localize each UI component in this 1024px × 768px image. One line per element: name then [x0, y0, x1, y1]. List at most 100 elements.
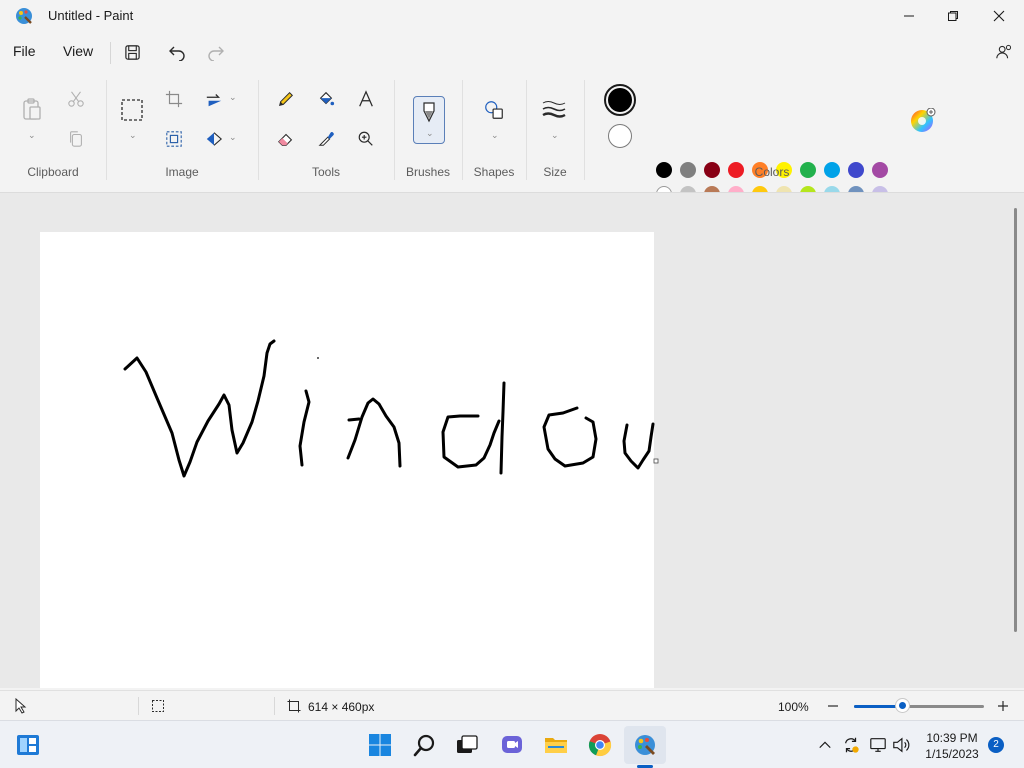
rotate-button[interactable] — [202, 87, 226, 111]
cut-button[interactable] — [64, 87, 88, 111]
paint-icon — [635, 735, 655, 755]
shapes-button[interactable] — [482, 98, 506, 122]
primary-color-button[interactable] — [604, 84, 636, 116]
menu-divider — [110, 42, 111, 64]
edit-colors-button[interactable] — [910, 107, 936, 134]
tools-group-label: Tools — [311, 165, 340, 179]
flip-button[interactable] — [202, 127, 226, 151]
cursor-position-icon — [15, 698, 27, 714]
pencil-button[interactable] — [274, 87, 298, 111]
task-view-button[interactable] — [455, 733, 479, 757]
rotate-chevron-down-icon[interactable]: ⌄ — [229, 92, 237, 103]
volume-button[interactable] — [890, 733, 912, 757]
select-chevron-down-icon[interactable]: ⌄ — [129, 130, 137, 141]
stroke-size-icon — [542, 101, 566, 118]
select-button[interactable] — [120, 98, 144, 122]
canvas-size-icon — [287, 699, 301, 713]
menu-bar: File View — [0, 34, 1024, 70]
chrome-button[interactable] — [588, 733, 612, 757]
zoom-level-label[interactable]: 100% — [778, 700, 809, 714]
widgets-button[interactable] — [16, 733, 40, 757]
copy-icon — [70, 131, 82, 147]
taskbar-clock[interactable]: 10:39 PM 1/15/2023 — [918, 730, 986, 762]
redo-button[interactable] — [206, 42, 226, 62]
flip-chevron-down-icon[interactable]: ⌄ — [229, 132, 237, 143]
crop-button[interactable] — [162, 87, 186, 111]
restore-icon — [948, 11, 958, 21]
color-wheel-icon — [911, 107, 936, 132]
zoom-out-button[interactable] — [826, 699, 840, 713]
save-icon — [124, 44, 140, 60]
primary-color-swatch — [608, 88, 632, 112]
minus-icon — [828, 705, 838, 707]
paint-app-icon — [14, 6, 34, 26]
search-icon — [413, 734, 435, 757]
colors-group-label: Colors — [754, 165, 790, 179]
paste-chevron-down-icon[interactable]: ⌄ — [28, 130, 36, 141]
brushes-group-label: Brushes — [405, 165, 451, 179]
maximize-button[interactable] — [930, 0, 976, 32]
file-menu[interactable]: File — [13, 43, 36, 59]
brush-icon — [423, 102, 435, 123]
shapes-group-label: Shapes — [473, 165, 515, 179]
eraser-button[interactable] — [274, 127, 298, 151]
resize-button[interactable] — [162, 127, 186, 151]
chevron-up-icon — [819, 741, 831, 749]
clipboard-group-label: Clipboard — [27, 165, 79, 179]
copy-button[interactable] — [64, 127, 88, 151]
save-button[interactable] — [122, 42, 142, 62]
text-button[interactable] — [354, 87, 378, 111]
paste-icon — [23, 98, 41, 120]
taskbar: 10:39 PM 1/15/2023 2 — [0, 720, 1024, 768]
network-button[interactable] — [867, 733, 889, 757]
task-view-icon — [457, 735, 478, 753]
zoom-slider-thumb[interactable] — [896, 699, 910, 712]
scissors-icon — [68, 91, 84, 107]
rotate-icon — [206, 94, 222, 107]
zoom-in-button[interactable] — [996, 699, 1010, 713]
magnifier-button[interactable] — [354, 127, 378, 151]
rectangle-select-icon — [121, 99, 143, 121]
selection-size-icon — [152, 700, 164, 712]
status-divider — [274, 697, 275, 715]
windows-logo-icon — [369, 734, 391, 756]
fill-button[interactable] — [314, 87, 338, 111]
minimize-button[interactable] — [886, 0, 932, 32]
close-button[interactable] — [976, 0, 1022, 32]
folder-icon — [545, 738, 567, 753]
brushes-chevron-down-icon: ⌄ — [426, 128, 434, 138]
vertical-scrollbar[interactable] — [1014, 208, 1017, 632]
zoom-slider[interactable] — [854, 705, 984, 708]
teams-chat-button[interactable] — [500, 733, 524, 757]
secondary-color-button[interactable] — [608, 124, 632, 148]
account-button[interactable] — [994, 42, 1014, 62]
notification-badge[interactable]: 2 — [988, 737, 1004, 753]
paint-taskbar-button[interactable] — [633, 733, 657, 757]
file-explorer-button[interactable] — [544, 733, 568, 757]
start-button[interactable] — [368, 733, 392, 757]
drawing-canvas[interactable] — [40, 232, 654, 688]
eraser-icon — [278, 133, 293, 146]
size-group-label: Size — [543, 165, 567, 179]
clock-date: 1/15/2023 — [925, 747, 979, 761]
view-menu[interactable]: View — [63, 43, 93, 59]
sync-icon — [844, 737, 859, 753]
search-button[interactable] — [413, 733, 437, 757]
zoom-in-icon — [358, 131, 373, 146]
shapes-chevron-down-icon[interactable]: ⌄ — [491, 130, 499, 141]
redo-icon — [208, 46, 224, 61]
undo-button[interactable] — [167, 42, 187, 62]
window-title: Untitled - Paint — [48, 8, 134, 23]
size-button[interactable] — [542, 98, 566, 122]
color-picker-button[interactable] — [314, 127, 338, 151]
brushes-button[interactable]: ⌄ — [413, 96, 445, 144]
show-hidden-icons-button[interactable] — [815, 733, 835, 757]
paste-button[interactable] — [20, 97, 44, 121]
sync-status-button[interactable] — [840, 733, 862, 757]
account-icon — [996, 44, 1012, 59]
size-chevron-down-icon[interactable]: ⌄ — [551, 130, 559, 141]
status-divider — [138, 697, 139, 715]
title-bar: Untitled - Paint — [0, 0, 1024, 32]
flip-icon — [206, 132, 223, 146]
paint-bucket-icon — [319, 91, 335, 106]
